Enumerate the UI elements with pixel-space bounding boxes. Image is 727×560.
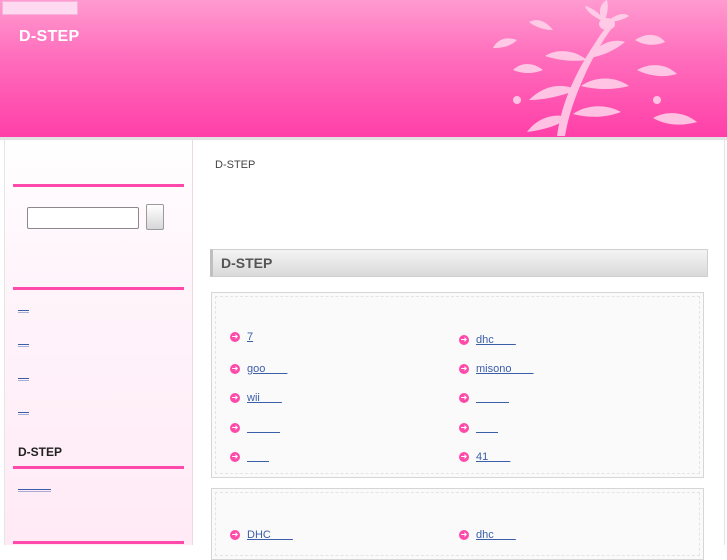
top-strip-input[interactable] [2,1,78,15]
search-input[interactable] [27,207,139,229]
header-banner: D-STEP [0,0,727,140]
search-button[interactable] [146,204,164,230]
sidebar-sub-link[interactable]: ＿＿＿ [18,478,51,493]
list-item[interactable]: ➜ misono＿＿ [459,360,533,375]
arrow-circle-icon: ➜ [230,423,240,434]
arrow-circle-icon: ➜ [459,452,469,463]
section-header: D-STEP [210,249,708,277]
arrow-circle-icon: ➜ [459,423,469,434]
sidebar-divider [13,466,184,469]
flower-decoration [457,0,727,137]
arrow-circle-icon: ➜ [230,452,240,463]
list-item[interactable]: ➜ dhc＿＿ [459,526,516,541]
list-item[interactable]: ➜ dhc＿＿ [459,331,516,346]
list-item[interactable]: ➜ 7 [230,331,255,345]
link-list-box: ➜ 7 ➜ dhc＿＿ ➜ goo＿＿ ➜ misono＿＿ ➜ wii＿＿ ➜ ＿＿＿ ➜… [211,292,704,478]
arrow-circle-icon: ➜ [230,530,240,541]
sidebar-link[interactable]: ＿ [18,367,29,382]
main-content: D-STEP D-STEP ➜ 7 ➜ dhc＿＿ ➜ goo＿＿ ➜ misono＿＿… [193,140,723,560]
section-title: D-STEP [221,255,273,271]
sidebar-link[interactable]: ＿ [18,299,29,314]
link-list-box: ➜ DHC＿＿ ➜ dhc＿＿ [211,488,704,560]
sidebar-divider [13,287,184,290]
list-item[interactable]: ➜ ＿＿ [230,448,269,463]
list-item[interactable]: ➜ ＿＿ [459,419,498,434]
list-item[interactable]: ➜ goo＿＿ [230,360,287,375]
sidebar-divider [13,541,184,544]
arrow-circle-icon: ➜ [459,530,469,541]
arrow-circle-icon: ➜ [459,364,469,375]
list-item[interactable]: ➜ DHC＿＿ [230,526,293,541]
sidebar-heading: D-STEP [18,445,63,459]
arrow-circle-icon: ➜ [459,393,469,404]
breadcrumb[interactable]: D-STEP [215,159,255,171]
flower-icon [493,0,697,136]
sidebar-link[interactable]: ＿ [18,333,29,348]
list-item[interactable]: ➜ 41＿＿ [459,448,510,463]
site-title[interactable]: D-STEP [19,28,79,46]
arrow-circle-icon: ➜ [459,335,469,346]
list-item[interactable]: ➜ wii＿＿ [230,389,282,404]
list-item[interactable]: ➜ ＿＿＿ [459,389,509,404]
arrow-circle-icon: ➜ [230,332,240,343]
list-item[interactable]: ➜ ＿＿＿ [230,419,280,434]
sidebar-link[interactable]: ＿ [18,401,29,416]
arrow-circle-icon: ➜ [230,393,240,404]
sidebar-divider [13,184,184,187]
arrow-circle-icon: ➜ [230,364,240,375]
